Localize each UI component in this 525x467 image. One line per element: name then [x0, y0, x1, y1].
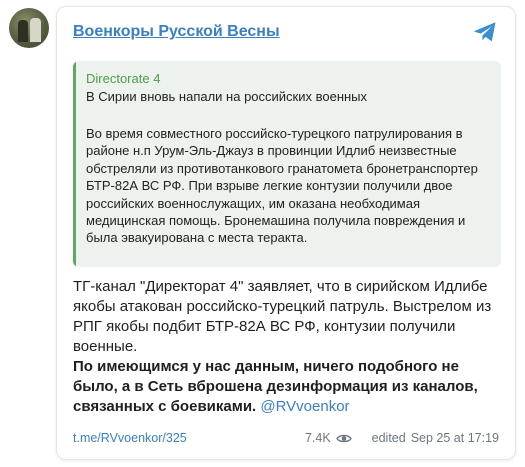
channel-name-link[interactable]: Военкоры Русской Весны [73, 23, 280, 41]
views-count: 7.4K [304, 431, 331, 445]
post-footer: t.me/RVvoenkor/325 7.4K edited Sep 25 at… [73, 431, 499, 449]
channel-avatar[interactable] [9, 8, 49, 48]
forward-source[interactable]: Directorate 4 [86, 71, 160, 86]
avatar-figure [30, 18, 41, 42]
telegram-icon[interactable] [473, 21, 497, 43]
forward-body: Во время совместного российско-турецкого… [86, 126, 478, 246]
post-link[interactable]: t.me/RVvoenkor/325 [73, 431, 187, 445]
eye-icon [335, 434, 352, 442]
post-paragraph: ТГ-канал "Директорат 4" заявляет, что в … [73, 278, 492, 355]
edited-label: edited [371, 431, 406, 445]
post-meta: 7.4K edited Sep 25 at 17:19 [305, 431, 499, 445]
mention-link[interactable]: @RVvoenkor [260, 398, 349, 415]
forwarded-message: Directorate 4 В Сирии вновь напали на ро… [73, 61, 501, 267]
post-text: ТГ-канал "Директорат 4" заявляет, что в … [73, 277, 503, 417]
post-date[interactable]: Sep 25 at 17:19 [411, 431, 499, 445]
post-card: Военкоры Русской Весны Directorate 4 В С… [56, 6, 516, 460]
forward-title: В Сирии вновь напали на российских военн… [86, 89, 368, 104]
avatar-figure [18, 20, 28, 42]
